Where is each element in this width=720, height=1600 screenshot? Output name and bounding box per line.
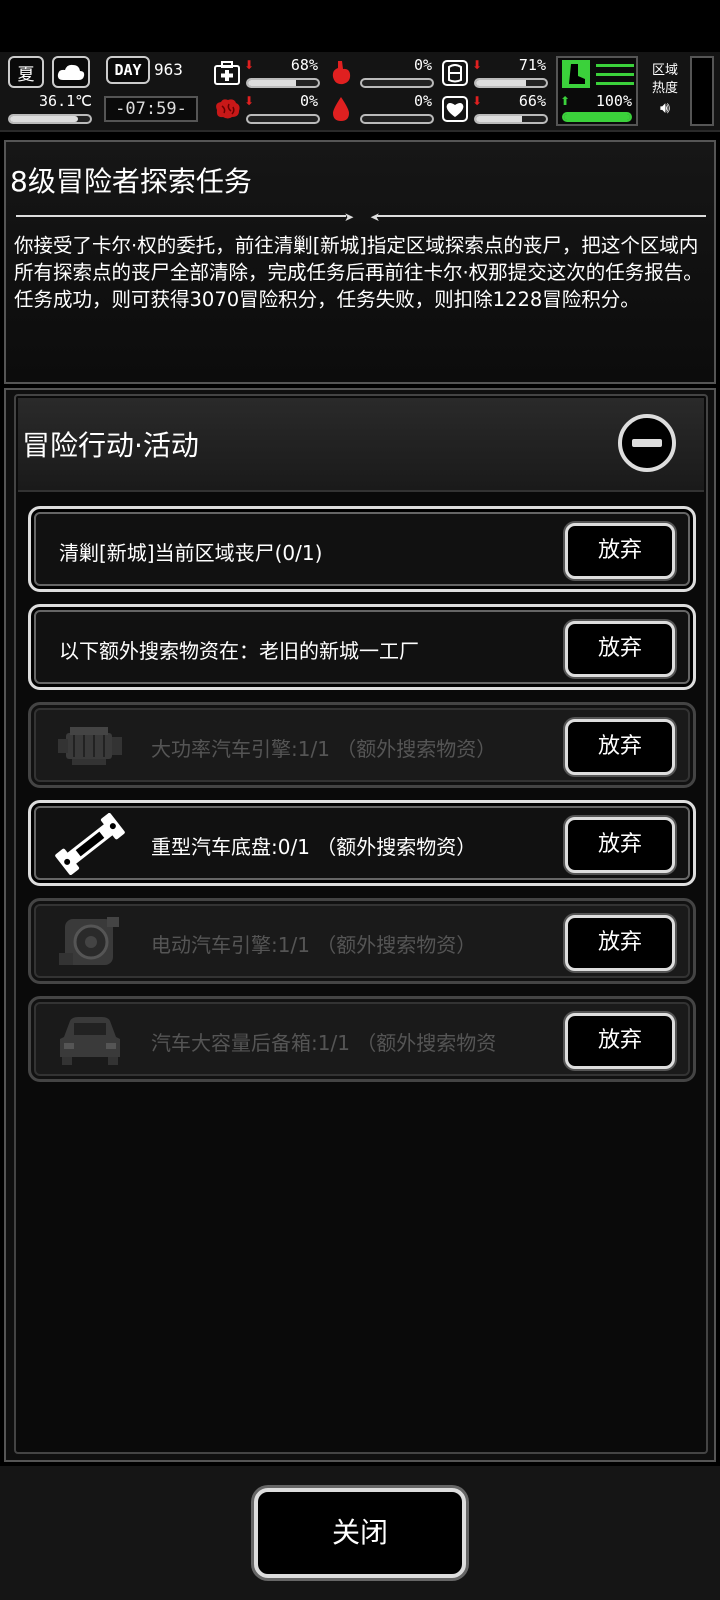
task-row: 电动汽车引擎:1/1 （额外搜索物资） 放弃 xyxy=(28,898,696,984)
hunger-stat[interactable]: 0% xyxy=(326,56,436,90)
task-label: 以下额外搜索物资在：老旧的新城一工厂 xyxy=(59,639,419,663)
armor-icon xyxy=(440,58,470,88)
abandon-button[interactable]: 放弃 xyxy=(565,1013,675,1069)
minus-icon xyxy=(630,437,664,449)
brain-icon xyxy=(212,94,242,124)
car-trunk-icon xyxy=(55,1009,125,1071)
task-label: 重型汽车底盘:0/1 （额外搜索物资） xyxy=(151,835,477,859)
season-indicator[interactable]: 夏 xyxy=(8,56,44,88)
quest-description: 你接受了卡尔·权的委托，前往清剿[新城]指定区域探索点的丧尸，把这个区域内所有探… xyxy=(14,234,703,311)
zone-heat-label: 区域 热度 xyxy=(652,63,679,96)
hunger-value: 0% xyxy=(413,56,432,74)
thirst-value: 0% xyxy=(413,92,432,110)
task-row: 大功率汽车引擎:1/1 （额外搜索物资） 放弃 xyxy=(28,702,696,788)
health-stat[interactable]: ⬇ 68% xyxy=(212,56,322,90)
down-arrow-icon: ⬇ xyxy=(472,58,483,72)
stomach-icon xyxy=(326,58,356,88)
abandon-button[interactable]: 放弃 xyxy=(565,719,675,775)
collapse-button[interactable] xyxy=(618,414,676,472)
action-title: 冒险行动·活动 xyxy=(22,429,199,462)
stamina-stat[interactable]: ⬆ 100% xyxy=(556,56,638,126)
health-value: 68% xyxy=(290,56,318,74)
electric-motor-icon xyxy=(55,911,125,973)
divider: ➤ ➤ xyxy=(16,210,706,224)
action-header: 冒险行动·活动 xyxy=(18,398,704,492)
abandon-button[interactable]: 放弃 xyxy=(565,523,675,579)
abandon-button[interactable]: 放弃 xyxy=(565,621,675,677)
close-button[interactable]: 关闭 xyxy=(254,1488,466,1578)
action-list-container[interactable]: 冒险行动·活动 清剿[新城]当前区域丧尸(0/1) 放弃 以下额外搜索物资在：老… xyxy=(14,394,708,1454)
task-label: 大功率汽车引擎:1/1 （额外搜索物资） xyxy=(151,737,497,761)
action-panel: 冒险行动·活动 清剿[新城]当前区域丧尸(0/1) 放弃 以下额外搜索物资在：老… xyxy=(4,388,716,1462)
abandon-button[interactable]: 放弃 xyxy=(565,915,675,971)
stamina-lines xyxy=(596,64,634,85)
zone-heat-meter xyxy=(690,56,714,126)
thirst-stat[interactable]: 0% xyxy=(326,92,436,126)
abandon-button[interactable]: 放弃 xyxy=(565,817,675,873)
task-row: 以下额外搜索物资在：老旧的新城一工厂 放弃 xyxy=(28,604,696,690)
quest-title: 8级冒险者探索任务 xyxy=(10,165,252,198)
temperature-readout: 36.1℃ xyxy=(39,92,92,110)
task-label: 汽车大容量后备箱:1/1 （额外搜索物资 xyxy=(151,1031,497,1055)
up-arrow-icon: ⬆ xyxy=(560,94,571,108)
task-label: 电动汽车引擎:1/1 （额外搜索物资） xyxy=(151,933,477,957)
survival-hud: 夏 36.1℃ DAY 963 -07:59- ⬇ 68% 0% ⬇ 71% ⬇… xyxy=(0,52,720,132)
quest-panel: 8级冒险者探索任务 ➤ ➤ 你接受了卡尔·权的委托，前往清剿[新城]指定区域探索点… xyxy=(4,140,716,384)
heart-icon xyxy=(440,94,470,124)
weather-cloud-icon[interactable] xyxy=(52,56,90,88)
sanity-stat[interactable]: ⬇ 0% xyxy=(212,92,322,126)
system-status-bar xyxy=(0,0,720,52)
engine-icon xyxy=(55,715,125,777)
mood-value: 66% xyxy=(518,92,546,110)
down-arrow-icon: ⬇ xyxy=(472,94,483,108)
blood-drop-icon xyxy=(326,94,356,124)
clock-readout: -07:59- xyxy=(104,96,198,122)
temperature-bar xyxy=(8,114,92,124)
boot-icon xyxy=(562,60,590,88)
footer: 关闭 xyxy=(0,1466,720,1600)
armor-stat[interactable]: ⬇ 71% xyxy=(440,56,550,90)
task-label: 清剿[新城]当前区域丧尸(0/1) xyxy=(59,541,323,565)
down-arrow-icon: ⬇ xyxy=(244,94,255,108)
medkit-icon xyxy=(212,58,242,88)
day-label: DAY xyxy=(106,56,150,84)
armor-value: 71% xyxy=(518,56,546,74)
day-number: 963 xyxy=(154,60,183,79)
stamina-value: 100% xyxy=(595,92,632,110)
speaker-icon[interactable]: 🔊︎ xyxy=(660,98,670,118)
chassis-icon xyxy=(55,813,125,875)
sanity-value: 0% xyxy=(299,92,318,110)
task-row: 重型汽车底盘:0/1 （额外搜索物资） 放弃 xyxy=(28,800,696,886)
mood-stat[interactable]: ⬇ 66% xyxy=(440,92,550,126)
task-row: 汽车大容量后备箱:1/1 （额外搜索物资 放弃 xyxy=(28,996,696,1082)
task-row: 清剿[新城]当前区域丧尸(0/1) 放弃 xyxy=(28,506,696,592)
down-arrow-icon: ⬇ xyxy=(244,58,255,72)
